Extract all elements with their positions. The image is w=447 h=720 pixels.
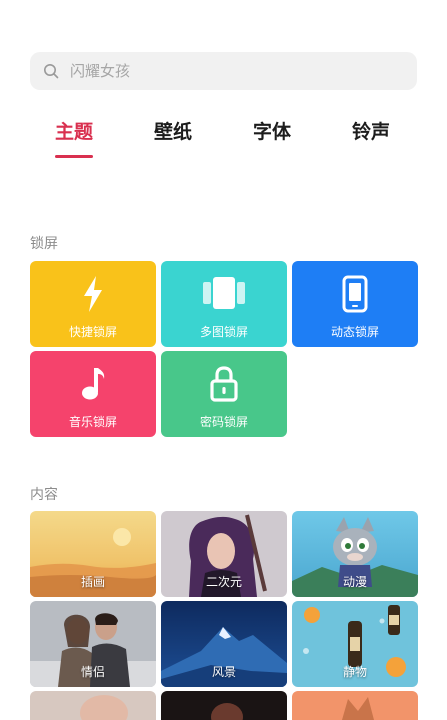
content-tile-partial-2[interactable] <box>161 691 287 720</box>
section-title-content: 内容 <box>30 487 58 503</box>
search-input[interactable] <box>70 52 400 90</box>
multi-image-icon <box>203 277 245 309</box>
tab-label: 壁纸 <box>153 121 192 143</box>
content-tile-anime-girls[interactable]: 二次元 <box>161 511 287 597</box>
tile-label: 动态锁屏 <box>330 325 379 339</box>
tab-theme[interactable]: 主题 <box>34 117 114 158</box>
tile-quick-lockscreen[interactable]: 快捷锁屏 <box>30 261 156 347</box>
tab-label: 主题 <box>54 121 93 143</box>
portrait-thumbnail <box>30 691 156 720</box>
lock-icon <box>210 366 238 402</box>
content-tile-couple[interactable]: 情侣 <box>30 601 156 687</box>
category-tabs: 主题 壁纸 字体 铃声 <box>0 117 447 167</box>
tile-label: 风景 <box>211 665 236 679</box>
tab-font[interactable]: 字体 <box>232 117 312 144</box>
tab-label: 字体 <box>252 121 291 143</box>
tile-label: 音乐锁屏 <box>68 415 117 429</box>
content-tile-landscape[interactable]: 风景 <box>161 601 287 687</box>
tile-password-lockscreen[interactable]: 密码锁屏 <box>161 351 287 437</box>
content-tile-illustration[interactable]: 插画 <box>30 511 156 597</box>
tab-ringtone[interactable]: 铃声 <box>331 117 411 144</box>
content-tile-cartoon[interactable]: 动漫 <box>292 511 418 597</box>
tile-label: 密码锁屏 <box>199 415 248 429</box>
tile-label: 情侣 <box>80 665 105 679</box>
lightning-icon <box>84 276 102 312</box>
content-tile-still-life[interactable]: 静物 <box>292 601 418 687</box>
tab-label: 铃声 <box>351 121 390 143</box>
content-tile-partial-3[interactable] <box>292 691 418 720</box>
search-bar[interactable] <box>30 52 417 90</box>
tile-label: 多图锁屏 <box>199 325 248 339</box>
tile-label: 二次元 <box>205 575 242 589</box>
tile-multi-image-lockscreen[interactable]: 多图锁屏 <box>161 261 287 347</box>
orange-cat-thumbnail <box>292 691 418 720</box>
tab-wallpaper[interactable]: 壁纸 <box>133 117 213 144</box>
search-icon <box>44 64 59 79</box>
phone-icon <box>342 275 368 313</box>
tile-label: 快捷锁屏 <box>68 325 117 339</box>
tile-label: 静物 <box>342 665 367 679</box>
music-note-icon <box>82 368 105 400</box>
tile-label: 动漫 <box>342 575 367 589</box>
content-tile-partial-1[interactable] <box>30 691 156 720</box>
active-tab-indicator <box>55 155 93 158</box>
tile-label: 插画 <box>80 575 105 589</box>
tile-dynamic-lockscreen[interactable]: 动态锁屏 <box>292 261 418 347</box>
tile-music-lockscreen[interactable]: 音乐锁屏 <box>30 351 156 437</box>
dark-thumbnail <box>161 691 287 720</box>
section-title-lockscreen: 锁屏 <box>30 236 58 252</box>
